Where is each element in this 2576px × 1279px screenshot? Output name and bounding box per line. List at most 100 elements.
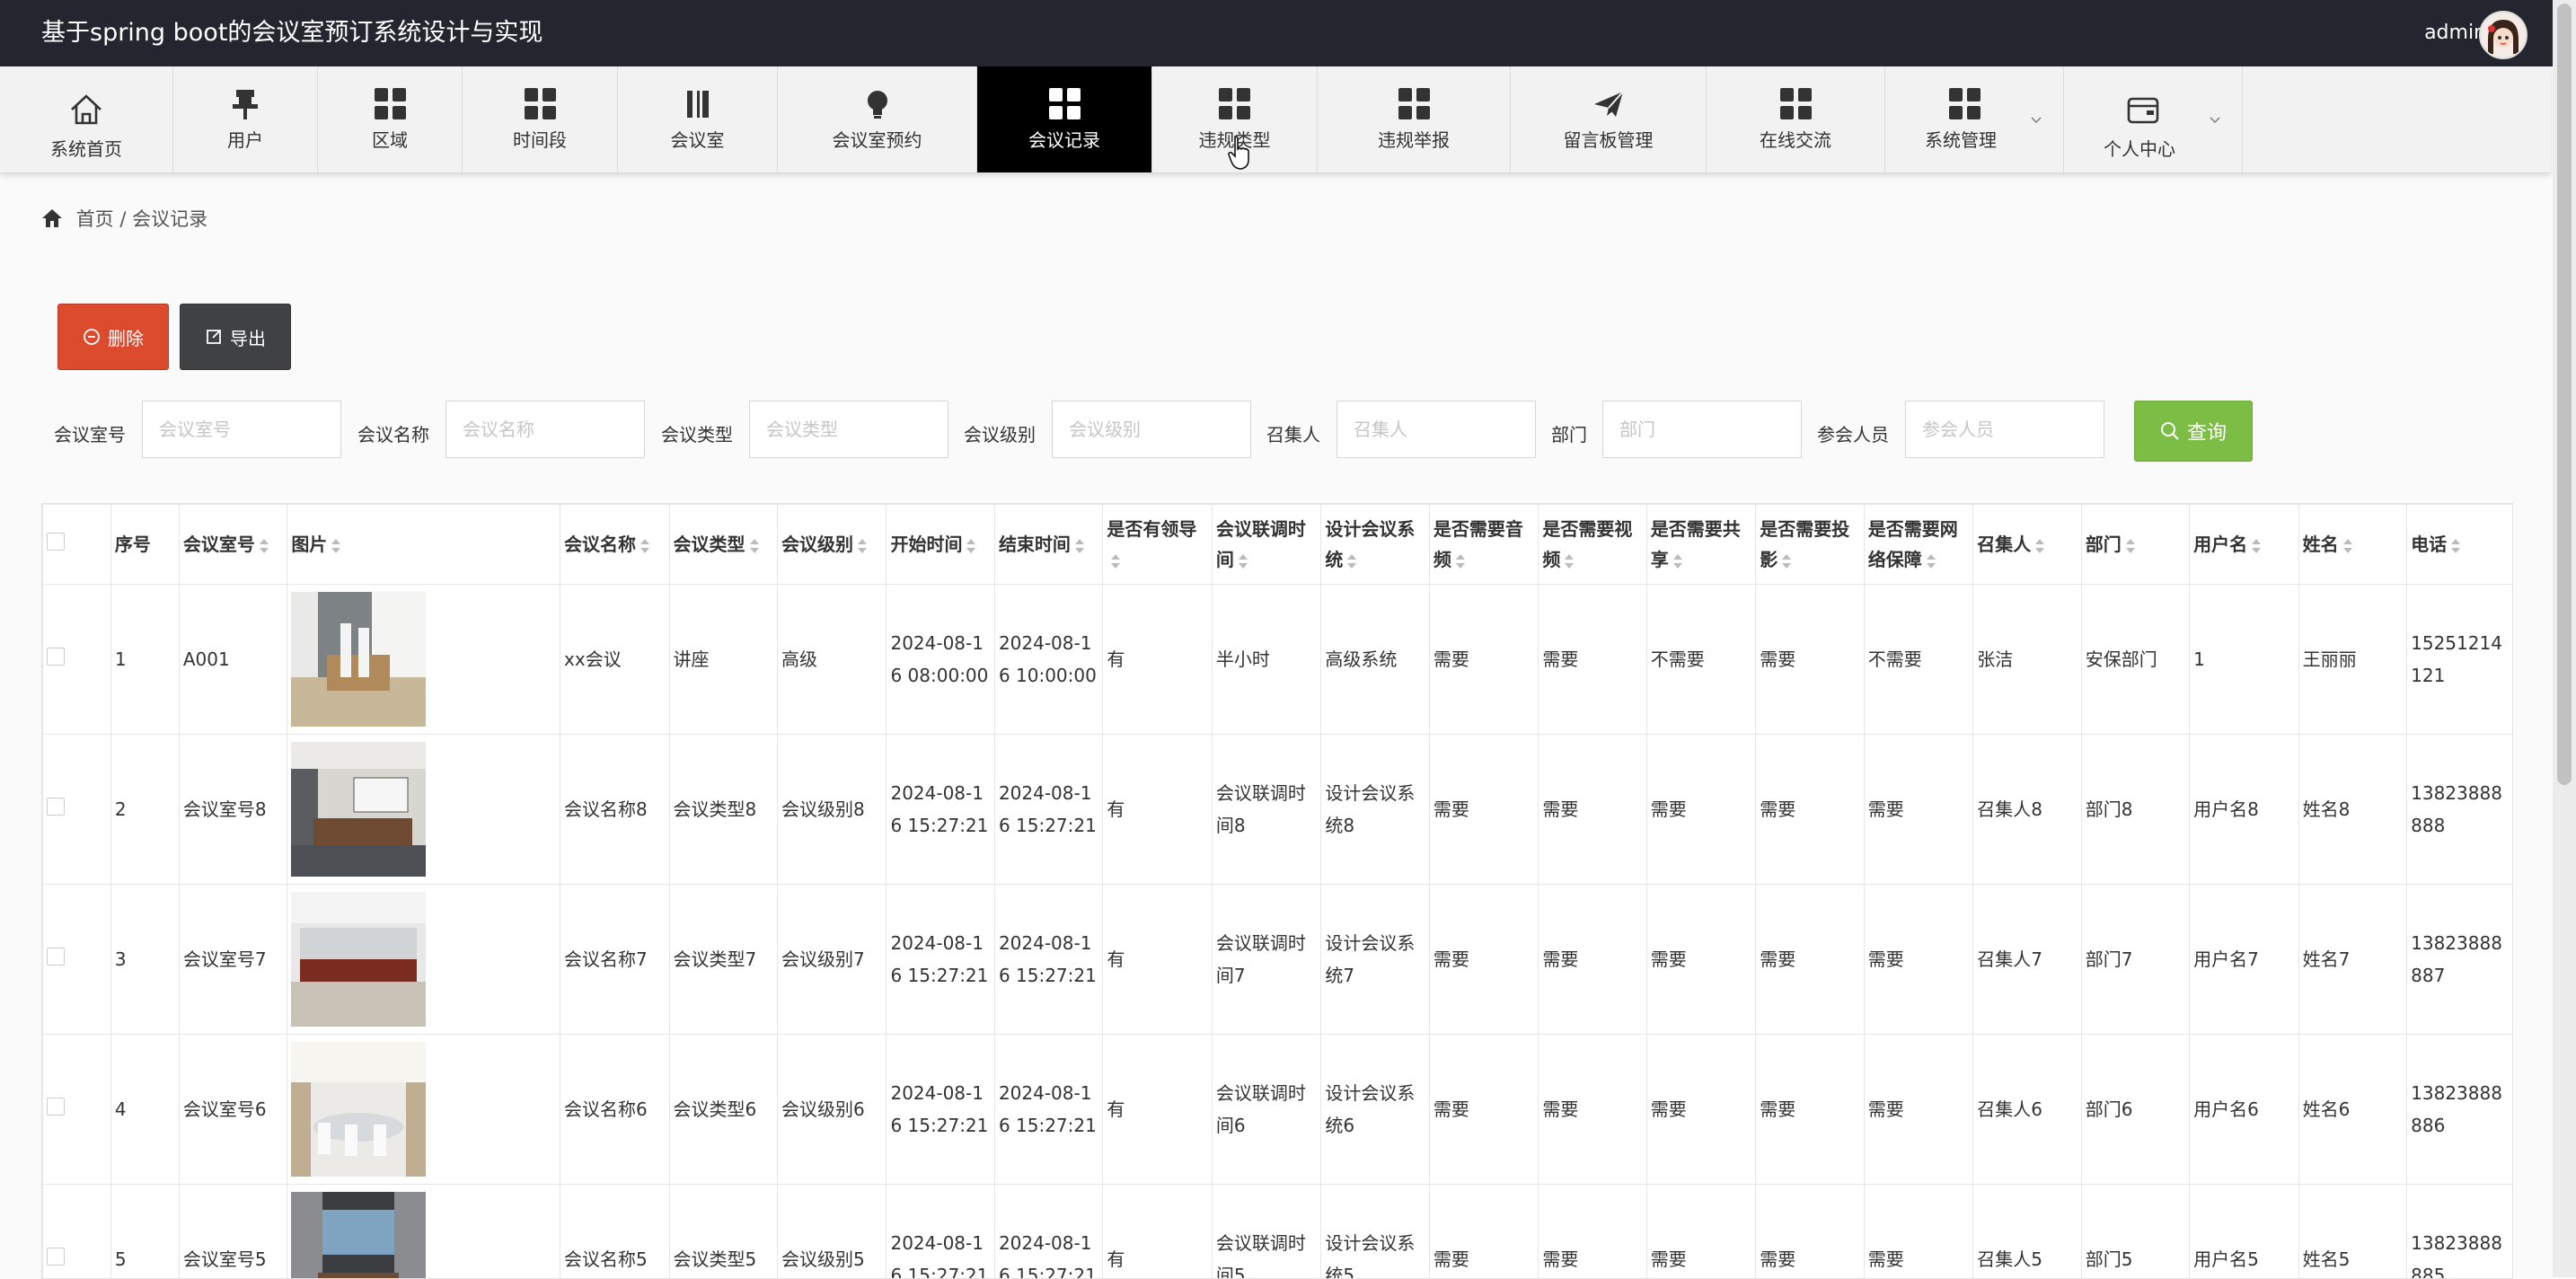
nav-area[interactable]: 区域: [318, 66, 463, 172]
nav-room[interactable]: 会议室: [618, 66, 778, 172]
table-cell: 3: [110, 885, 179, 1035]
query-button[interactable]: 查询: [2134, 401, 2253, 462]
col-header[interactable]: 会议级别: [777, 505, 886, 585]
table-cell: 需要: [1429, 885, 1538, 1035]
sort-icon: [857, 538, 868, 554]
table-cell: 有: [1103, 585, 1212, 735]
table-cell: 需要: [1646, 1185, 1755, 1279]
sort-icon: [2125, 538, 2136, 554]
table-cell: 需要: [1756, 1035, 1864, 1185]
row-checkbox[interactable]: [47, 1248, 65, 1266]
table-cell: 有: [1103, 1185, 1212, 1279]
nav-violation-reports[interactable]: 违规举报: [1318, 66, 1511, 172]
table-cell: 会议级别5: [777, 1185, 886, 1279]
meeting-type-input[interactable]: [749, 401, 948, 458]
nav-system-admin[interactable]: 系统管理: [1885, 66, 2064, 172]
col-header[interactable]: 部门: [2081, 505, 2189, 585]
col-header[interactable]: 是否需要网络保障: [1864, 505, 1972, 585]
nav-personal-center[interactable]: 个人中心: [2064, 66, 2243, 172]
sort-icon: [749, 538, 760, 554]
col-header[interactable]: 召集人: [1973, 505, 2081, 585]
nav-home[interactable]: 系统首页: [0, 66, 173, 172]
nav-users[interactable]: 用户: [173, 66, 318, 172]
room-number-input[interactable]: [142, 401, 341, 458]
table-cell: 召集人6: [1973, 1035, 2081, 1185]
row-checkbox[interactable]: [47, 648, 65, 666]
table-cell: 会议联调时间5: [1212, 1185, 1320, 1279]
avatar[interactable]: [2479, 11, 2527, 59]
col-header[interactable]: 会议室号: [179, 505, 287, 585]
home-icon: [41, 208, 63, 228]
nav-message-board[interactable]: 留言板管理: [1511, 66, 1707, 172]
room-photo[interactable]: [291, 592, 426, 727]
col-header[interactable]: 电话: [2407, 505, 2513, 585]
table-cell: 高级: [777, 585, 886, 735]
table-cell: 需要: [1429, 585, 1538, 735]
row-image-cell: [287, 585, 560, 735]
col-header[interactable]: 是否需要共享: [1646, 505, 1755, 585]
table-cell: 5: [110, 1185, 179, 1279]
table-cell: 有: [1103, 735, 1212, 885]
room-photo[interactable]: [291, 1192, 426, 1279]
username[interactable]: admin: [2424, 0, 2486, 66]
table-cell: 部门6: [2081, 1035, 2189, 1185]
col-header[interactable]: 姓名: [2298, 505, 2406, 585]
grid-icon: [1217, 86, 1253, 122]
table-cell: 召集人5: [1973, 1185, 2081, 1279]
row-select-cell[interactable]: [43, 585, 111, 735]
table-cell: 半小时: [1212, 585, 1320, 735]
scrollbar-thumb[interactable]: [2557, 4, 2572, 785]
row-checkbox[interactable]: [47, 1098, 65, 1116]
page-scrollbar[interactable]: [2553, 0, 2576, 1277]
table-row[interactable]: 3会议室号7会议名称7会议类型7会议级别72024-08-16 15:27:21…: [43, 885, 2514, 1035]
col-header[interactable]: 会议联调时间: [1212, 505, 1320, 585]
room-photo[interactable]: [291, 742, 426, 877]
table-cell: 需要: [1539, 1185, 1646, 1279]
export-button[interactable]: 导出: [180, 304, 291, 370]
table-cell: 用户名6: [2190, 1035, 2298, 1185]
col-header[interactable]: 是否需要视频: [1539, 505, 1646, 585]
select-all-cell[interactable]: [43, 505, 111, 585]
row-checkbox[interactable]: [47, 798, 65, 816]
search-label-level: 会议级别: [964, 420, 1036, 446]
breadcrumb-home[interactable]: 首页: [76, 208, 114, 230]
col-header[interactable]: 会议类型: [669, 505, 777, 585]
select-all-checkbox[interactable]: [47, 533, 65, 551]
table-cell: A001: [179, 585, 287, 735]
col-header[interactable]: 是否需要投影: [1756, 505, 1864, 585]
delete-button[interactable]: 删除: [57, 304, 169, 370]
col-header[interactable]: 设计会议系统: [1321, 505, 1429, 585]
meeting-level-input[interactable]: [1052, 401, 1251, 458]
nav-meeting-records[interactable]: 会议记录: [977, 66, 1152, 172]
attendees-input[interactable]: [1905, 401, 2104, 458]
col-header[interactable]: 用户名: [2190, 505, 2298, 585]
table-row[interactable]: 1A001xx会议讲座高级2024-08-16 08:00:002024-08-…: [43, 585, 2514, 735]
convener-input[interactable]: [1337, 401, 1536, 458]
table-row[interactable]: 4会议室号6会议名称6会议类型6会议级别62024-08-16 15:27:21…: [43, 1035, 2514, 1185]
col-header[interactable]: 图片: [287, 505, 560, 585]
nav-reservation[interactable]: 会议室预约: [778, 66, 977, 172]
table-row[interactable]: 2会议室号8会议名称8会议类型8会议级别82024-08-16 15:27:21…: [43, 735, 2514, 885]
col-header[interactable]: 开始时间: [887, 505, 994, 585]
department-input[interactable]: [1602, 401, 1802, 458]
col-header[interactable]: 是否需要音频: [1429, 505, 1538, 585]
table-row[interactable]: 5会议室号5会议名称5会议类型5会议级别52024-08-16 15:27:21…: [43, 1185, 2514, 1279]
row-select-cell[interactable]: [43, 735, 111, 885]
table-cell: 王丽丽: [2298, 585, 2406, 735]
room-photo[interactable]: [291, 1042, 426, 1177]
sort-icon: [1238, 553, 1248, 569]
nav-label: 会议室预约: [778, 126, 976, 152]
row-select-cell[interactable]: [43, 885, 111, 1035]
meeting-name-input[interactable]: [446, 401, 645, 458]
nav-chat[interactable]: 在线交流: [1707, 66, 1885, 172]
row-checkbox[interactable]: [47, 948, 65, 966]
col-header[interactable]: 是否有领导: [1103, 505, 1212, 585]
chevron-down-icon: [2029, 113, 2043, 128]
grid-icon: [1946, 86, 1982, 122]
row-select-cell[interactable]: [43, 1035, 111, 1185]
col-header[interactable]: 会议名称: [560, 505, 669, 585]
nav-timeslot[interactable]: 时间段: [463, 66, 618, 172]
col-header[interactable]: 结束时间: [994, 505, 1102, 585]
room-photo[interactable]: [291, 892, 426, 1027]
row-select-cell[interactable]: [43, 1185, 111, 1279]
